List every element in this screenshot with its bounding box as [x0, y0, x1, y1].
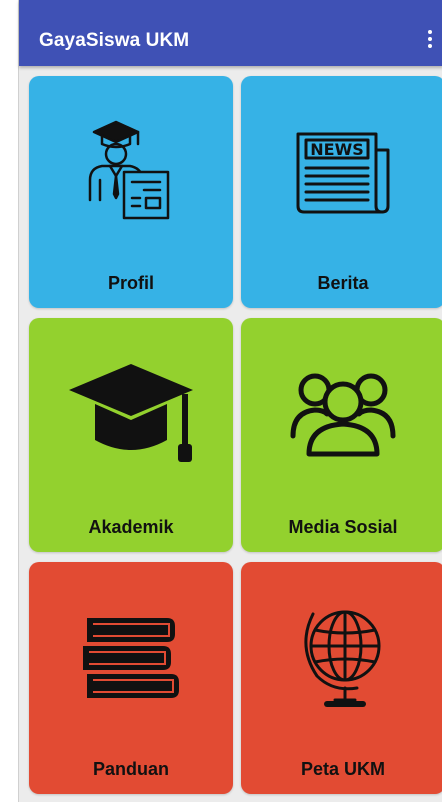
overflow-dot — [428, 37, 432, 41]
menu-label: Berita — [317, 273, 369, 293]
graduation-cap-icon — [69, 364, 193, 462]
globe-icon — [304, 610, 381, 707]
svg-text:NEWS: NEWS — [310, 140, 364, 159]
overflow-menu-button[interactable] — [421, 26, 439, 52]
graduate-profile-icon — [88, 120, 170, 220]
menu-tile-panduan[interactable]: Panduan — [29, 562, 233, 794]
app-bar: GayaSiswa UKM — [19, 0, 442, 66]
overflow-dot — [428, 44, 432, 48]
newspaper-icon: NEWS — [296, 132, 390, 214]
social-group-icon — [290, 373, 396, 457]
app-title: GayaSiswa UKM — [39, 30, 190, 51]
menu-label: Akademik — [88, 517, 174, 537]
menu-tile-media-sosial[interactable]: Media Sosial — [241, 318, 442, 552]
menu-tile-berita[interactable]: NEWS Berita — [241, 76, 442, 308]
menu-label: Peta UKM — [300, 759, 385, 779]
app-screen: GayaSiswa UKM Profil NEWS Berita Akademi… — [18, 0, 442, 802]
overflow-dot — [428, 30, 432, 34]
menu-tile-peta-ukm[interactable]: Peta UKM — [241, 562, 442, 794]
menu-tile-profil[interactable]: Profil — [29, 76, 233, 308]
menu-label: Media Sosial — [288, 517, 398, 537]
menu-label: Panduan — [92, 759, 169, 779]
menu-label: Profil — [107, 273, 154, 293]
menu-tile-akademik[interactable]: Akademik — [29, 318, 233, 552]
books-icon — [83, 618, 179, 698]
